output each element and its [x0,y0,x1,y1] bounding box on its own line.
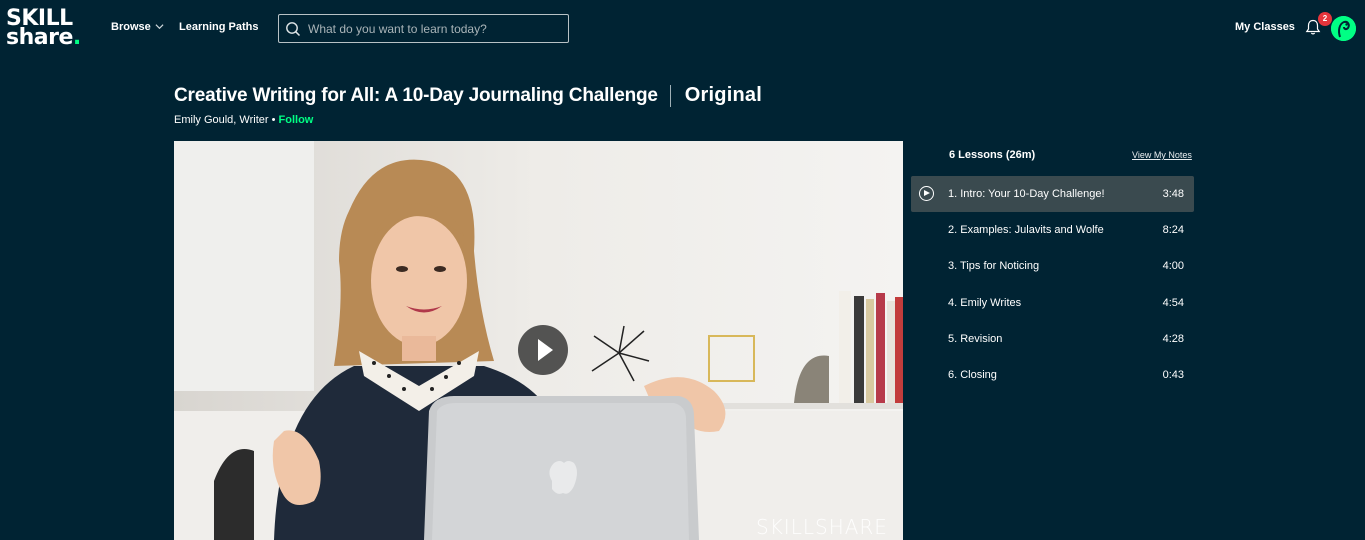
lesson-item[interactable]: 2. Examples: Julavits and Wolfe 8:24 [911,212,1194,248]
lesson-duration: 4:28 [1162,333,1184,345]
lesson-title: 1. Intro: Your 10-Day Challenge! [948,188,1105,200]
follow-button[interactable]: Follow [279,114,314,126]
title-divider [669,84,671,107]
video-watermark: SKILLSHARE [756,515,888,539]
lesson-item[interactable]: 4. Emily Writes 4:54 [911,285,1194,321]
lesson-title: 4. Emily Writes [948,297,1022,309]
author-row: Emily Gould, Writer • Follow [174,114,313,126]
lesson-duration: 8:24 [1162,224,1184,236]
lesson-item[interactable]: 6. Closing 0:43 [911,357,1194,393]
chevron-down-icon [155,22,164,33]
search-input[interactable] [308,21,558,36]
skillshare-logo[interactable]: SKILL share. [6,8,86,50]
browse-label: Browse [111,21,151,33]
view-notes-link[interactable]: View My Notes [1132,150,1192,160]
author-name[interactable]: Emily Gould, Writer [174,114,269,126]
my-classes-link[interactable]: My Classes [1235,21,1295,33]
author-separator: • [268,114,279,126]
video-player[interactable]: SKILLSHARE [174,141,903,540]
search-box[interactable] [278,14,569,43]
lesson-title: 5. Revision [948,333,1003,345]
lesson-duration: 4:00 [1162,260,1184,272]
top-nav: SKILL share. Browse Learning Paths My Cl… [0,0,1365,58]
lessons-header: 6 Lessons (26m) [949,149,1036,161]
search-icon [286,21,301,36]
lesson-duration: 3:48 [1162,188,1184,200]
notification-badge: 2 [1318,12,1332,26]
lesson-title: 6. Closing [948,369,997,381]
lesson-title: 2. Examples: Julavits and Wolfe [948,224,1104,236]
lesson-duration: 0:43 [1162,369,1184,381]
avatar[interactable] [1331,16,1356,41]
play-circle-icon [919,186,934,201]
class-title-row: Creative Writing for All: A 10-Day Journ… [174,84,762,107]
learning-paths-link[interactable]: Learning Paths [179,21,258,33]
logo-line-2: share. [6,25,81,50]
lesson-title: 3. Tips for Noticing [948,260,1040,272]
play-button[interactable] [518,325,568,375]
lesson-item[interactable]: 1. Intro: Your 10-Day Challenge! 3:48 [911,176,1194,212]
lesson-duration: 4:54 [1162,297,1184,309]
original-badge: Original [684,84,762,106]
class-title: Creative Writing for All: A 10-Day Journ… [174,84,658,106]
lesson-item[interactable]: 5. Revision 4:28 [911,321,1194,357]
browse-menu[interactable]: Browse [111,21,164,33]
lesson-item[interactable]: 3. Tips for Noticing 4:00 [911,248,1194,284]
